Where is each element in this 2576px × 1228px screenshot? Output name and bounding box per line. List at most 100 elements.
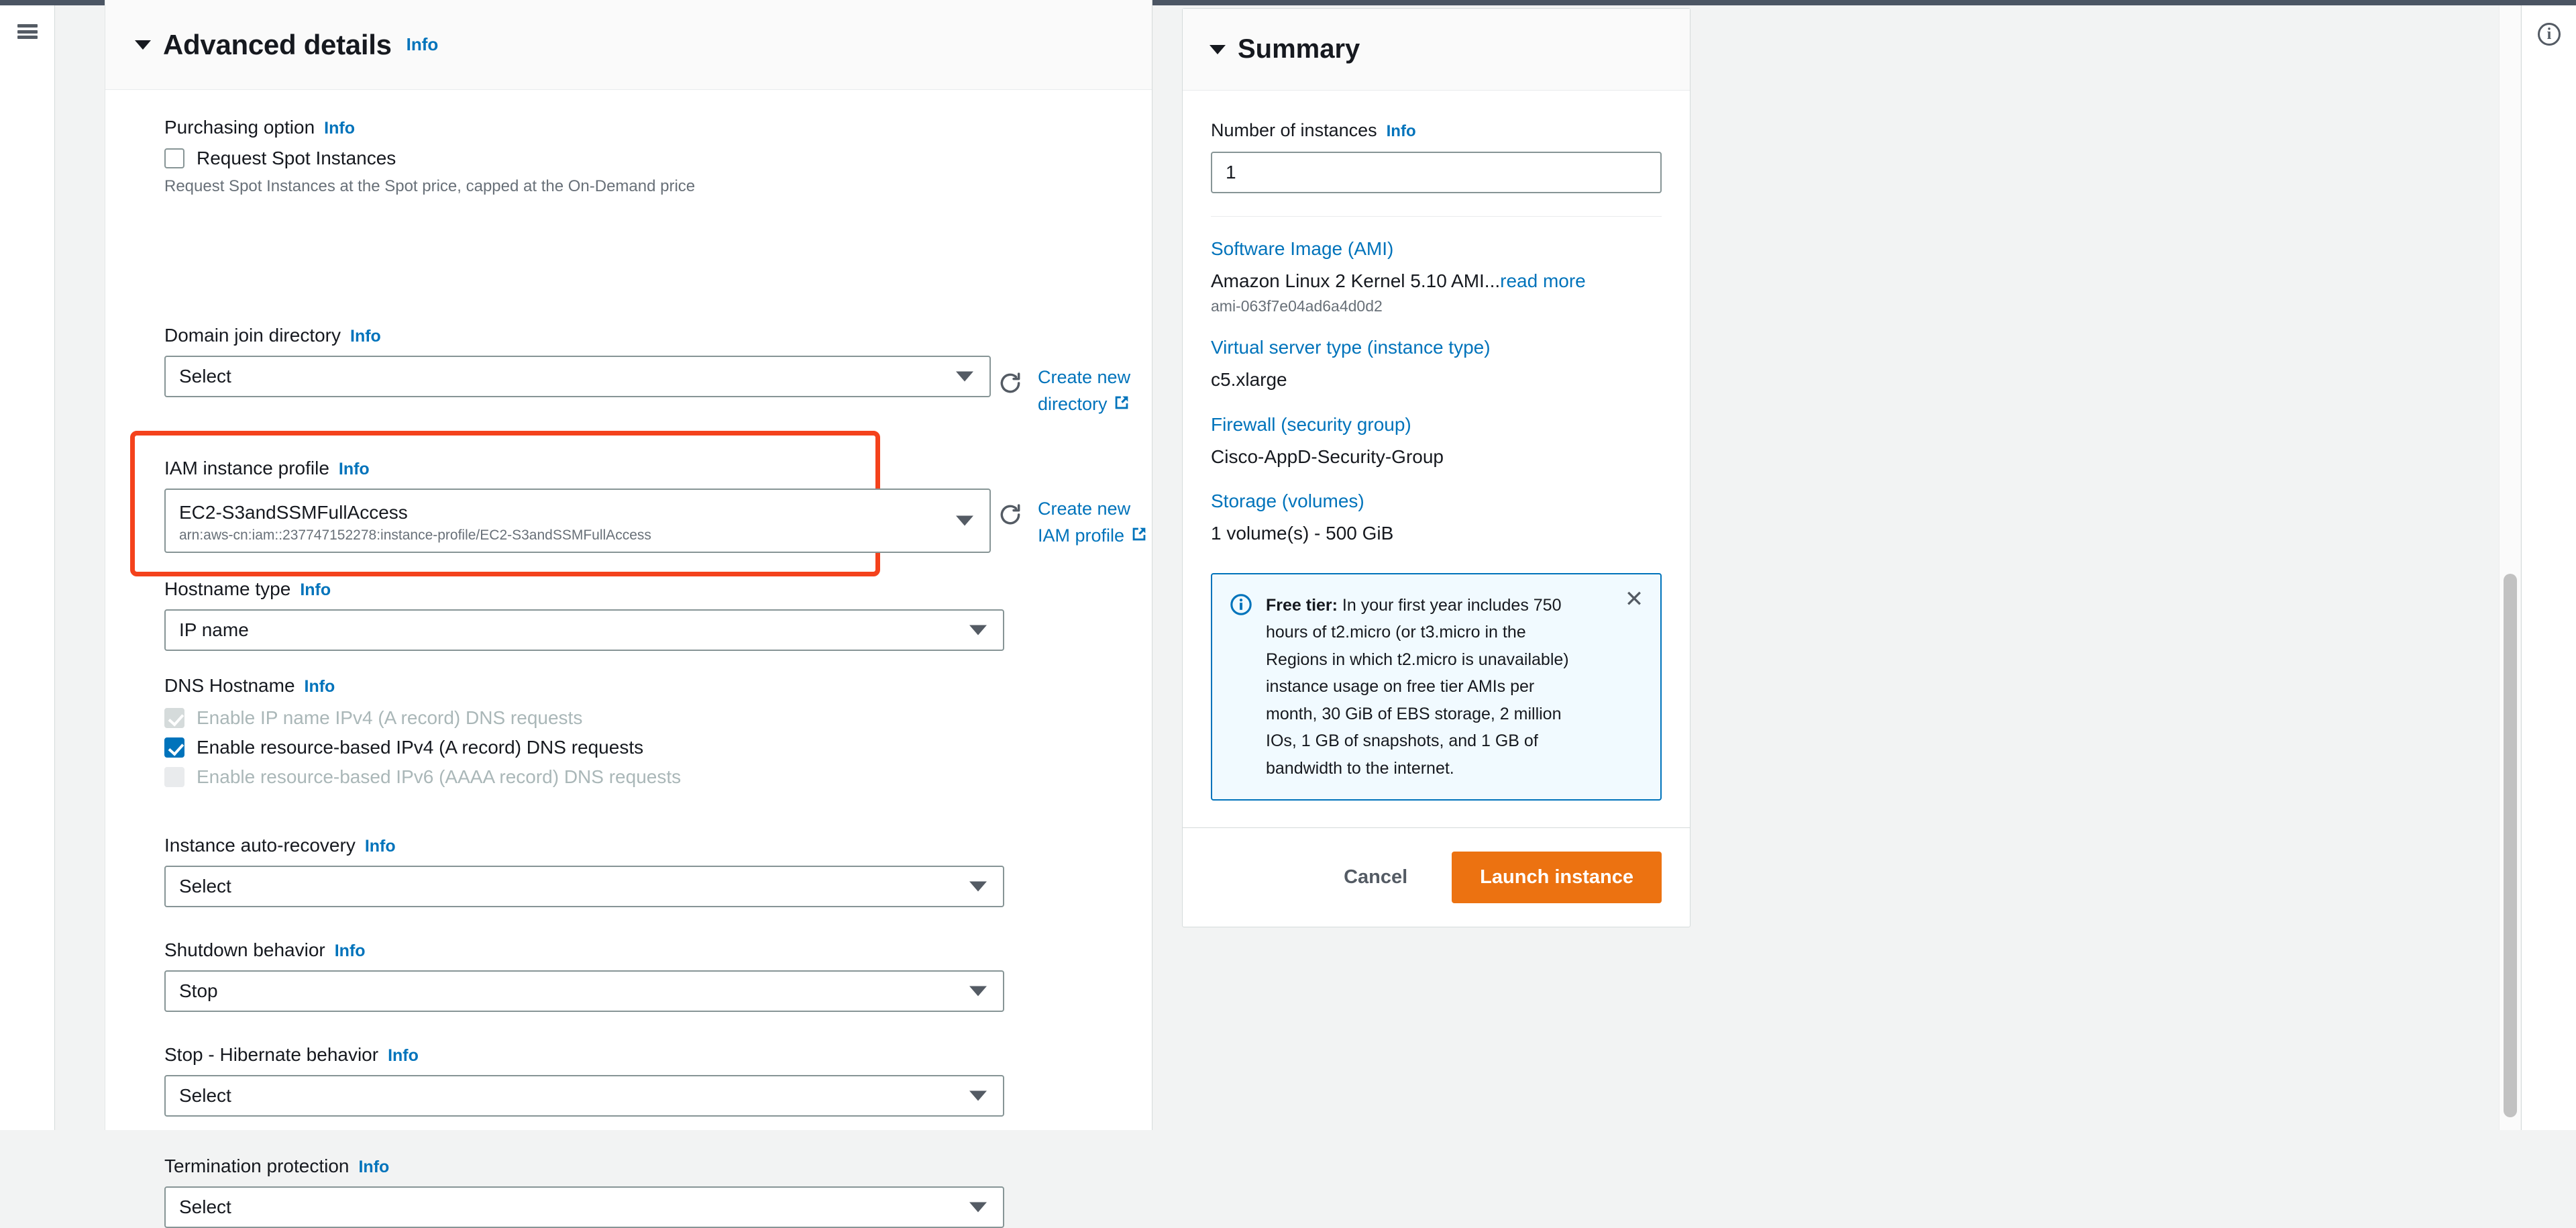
purchasing-option-help-text: Request Spot Instances at the Spot price… — [164, 177, 696, 195]
stop-hibernate-behavior-field: Stop - Hibernate behavior Info Select — [164, 1044, 1004, 1117]
read-more-link[interactable]: read more — [1500, 270, 1586, 291]
external-link-icon — [1115, 396, 1128, 409]
free-tier-alert-title: Free tier: — [1266, 595, 1338, 615]
instance-auto-recovery-info-link[interactable]: Info — [365, 837, 396, 856]
firewall-security-group-link[interactable]: Firewall (security group) — [1211, 414, 1662, 436]
domain-join-directory-field: Domain join directory Info Select — [164, 325, 991, 397]
create-new-iam-profile-link[interactable]: Create new IAM profile — [1038, 498, 1152, 548]
dns-hostname-info-link[interactable]: Info — [305, 677, 335, 697]
hostname-type-label: Hostname type Info — [164, 578, 1004, 600]
launch-instance-button[interactable]: Launch instance — [1452, 852, 1662, 904]
scrollbar-thumb[interactable] — [2504, 574, 2517, 1117]
virtual-server-type-link[interactable]: Virtual server type (instance type) — [1211, 337, 1662, 358]
stop-hibernate-behavior-info-link[interactable]: Info — [388, 1046, 419, 1066]
free-tier-alert-text: Free tier: In your first year includes 7… — [1266, 592, 1581, 782]
enable-resource-based-ipv4-checkbox[interactable] — [164, 737, 184, 758]
create-new-directory-link[interactable]: Create new directory — [1038, 366, 1152, 416]
iam-instance-profile-label: IAM instance profile Info — [164, 458, 991, 479]
domain-join-directory-info-link[interactable]: Info — [350, 327, 381, 346]
iam-instance-profile-info-link[interactable]: Info — [339, 460, 370, 479]
summary-collapse-caret-icon[interactable] — [1210, 44, 1226, 54]
hamburger-menu-icon[interactable] — [17, 24, 38, 39]
request-spot-instances-label: Request Spot Instances — [197, 148, 396, 168]
dns-option-row[interactable]: Enable resource-based IPv4 (A record) DN… — [164, 737, 1004, 758]
chevron-down-icon — [969, 881, 987, 892]
advanced-details-info-link[interactable]: Info — [407, 34, 439, 55]
purchasing-option-field: Purchasing option Info Request Spot Inst… — [164, 117, 996, 196]
shutdown-behavior-value: Stop — [179, 980, 218, 1001]
shutdown-behavior-field: Shutdown behavior Info Stop — [164, 939, 1004, 1012]
iam-instance-profile-arn: arn:aws-cn:iam::237747152278:instance-pr… — [179, 527, 651, 543]
hostname-type-select[interactable]: IP name — [164, 609, 1004, 651]
domain-join-directory-value: Select — [179, 366, 231, 387]
shutdown-behavior-select[interactable]: Stop — [164, 970, 1004, 1012]
storage-volumes-value: 1 volume(s) - 500 GiB — [1211, 523, 1394, 544]
refresh-icon[interactable] — [998, 370, 1023, 396]
instance-auto-recovery-label: Instance auto-recovery Info — [164, 835, 1004, 856]
info-icon — [1230, 593, 1252, 615]
purchasing-option-label-text: Purchasing option — [164, 117, 315, 138]
summary-title: Summary — [1238, 34, 1360, 64]
purchasing-option-label: Purchasing option Info — [164, 117, 996, 138]
dns-hostname-label-text: DNS Hostname — [164, 675, 295, 696]
firewall-security-group-value: Cisco-AppD-Security-Group — [1211, 446, 1444, 467]
dns-option-row: Enable resource-based IPv6 (AAAA record)… — [164, 766, 1004, 788]
number-of-instances-input[interactable] — [1211, 152, 1662, 193]
chevron-down-icon — [969, 1090, 987, 1101]
iam-instance-profile-label-text: IAM instance profile — [164, 458, 329, 478]
termination-protection-info-link[interactable]: Info — [358, 1158, 389, 1177]
refresh-icon[interactable] — [998, 502, 1023, 527]
shutdown-behavior-label: Shutdown behavior Info — [164, 939, 1004, 961]
summary-footer: Cancel Launch instance — [1183, 827, 1690, 927]
summary-group-storage: Storage (volumes) 1 volume(s) - 500 GiB — [1211, 491, 1662, 546]
iam-instance-profile-select[interactable]: EC2-S3andSSMFullAccess arn:aws-cn:iam::2… — [164, 489, 991, 553]
domain-join-directory-select[interactable]: Select — [164, 356, 991, 397]
left-rail — [0, 5, 55, 1130]
iam-instance-profile-field: IAM instance profile Info EC2-S3andSSMFu… — [164, 458, 991, 553]
create-new-directory-row: Create new directory — [998, 366, 1152, 416]
advanced-details-header: Advanced details Info — [105, 0, 1152, 90]
hostname-type-label-text: Hostname type — [164, 578, 291, 599]
software-image-ami-link[interactable]: Software Image (AMI) — [1211, 238, 1662, 260]
purchasing-option-info-link[interactable]: Info — [324, 119, 355, 138]
dns-option-row: Enable IP name IPv4 (A record) DNS reque… — [164, 707, 1004, 729]
create-new-iam-profile-link-text: Create new IAM profile — [1038, 499, 1131, 546]
request-spot-instances-checkbox[interactable] — [164, 148, 184, 168]
software-image-ami-id: ami-063f7e04ad6a4d0d2 — [1211, 297, 1383, 315]
chevron-down-icon — [969, 625, 987, 635]
stop-hibernate-behavior-select[interactable]: Select — [164, 1075, 1004, 1117]
right-rail: i — [2521, 5, 2576, 1130]
stop-hibernate-behavior-label-text: Stop - Hibernate behavior — [164, 1044, 379, 1065]
vertical-scrollbar[interactable] — [2499, 5, 2520, 1130]
summary-header: Summary — [1183, 9, 1690, 91]
hostname-type-info-link[interactable]: Info — [300, 580, 331, 600]
termination-protection-select[interactable]: Select — [164, 1186, 1004, 1228]
shutdown-behavior-info-link[interactable]: Info — [335, 941, 366, 961]
chevron-down-icon — [969, 986, 987, 996]
close-icon[interactable]: ✕ — [1623, 588, 1646, 611]
chevron-down-icon — [956, 371, 973, 382]
collapse-caret-icon[interactable] — [135, 40, 151, 50]
summary-group-firewall: Firewall (security group) Cisco-AppD-Sec… — [1211, 414, 1662, 469]
enable-ip-name-ipv4-label: Enable IP name IPv4 (A record) DNS reque… — [197, 707, 583, 728]
software-image-ami-name: Amazon Linux 2 Kernel 5.10 AMI... — [1211, 270, 1501, 291]
create-new-iam-profile-row: Create new IAM profile — [998, 498, 1152, 548]
instance-auto-recovery-label-text: Instance auto-recovery — [164, 835, 356, 856]
free-tier-alert: Free tier: In your first year includes 7… — [1211, 572, 1662, 801]
cancel-button[interactable]: Cancel — [1332, 857, 1419, 898]
number-of-instances-info-link[interactable]: Info — [1387, 122, 1416, 141]
storage-volumes-link[interactable]: Storage (volumes) — [1211, 491, 1662, 512]
hostname-type-field: Hostname type Info IP name — [164, 578, 1004, 651]
termination-protection-label-text: Termination protection — [164, 1156, 350, 1176]
instance-auto-recovery-value: Select — [179, 876, 231, 897]
info-circle-icon[interactable]: i — [2538, 23, 2561, 46]
external-link-icon — [1132, 527, 1145, 541]
hostname-type-value: IP name — [179, 619, 249, 640]
request-spot-instances-row[interactable]: Request Spot Instances — [164, 148, 996, 169]
instance-auto-recovery-select[interactable]: Select — [164, 866, 1004, 907]
domain-join-directory-label-text: Domain join directory — [164, 325, 341, 346]
instance-auto-recovery-field: Instance auto-recovery Info Select — [164, 835, 1004, 907]
number-of-instances-label: Number of instances Info — [1211, 120, 1662, 141]
shutdown-behavior-label-text: Shutdown behavior — [164, 939, 325, 960]
chevron-down-icon — [956, 515, 973, 526]
